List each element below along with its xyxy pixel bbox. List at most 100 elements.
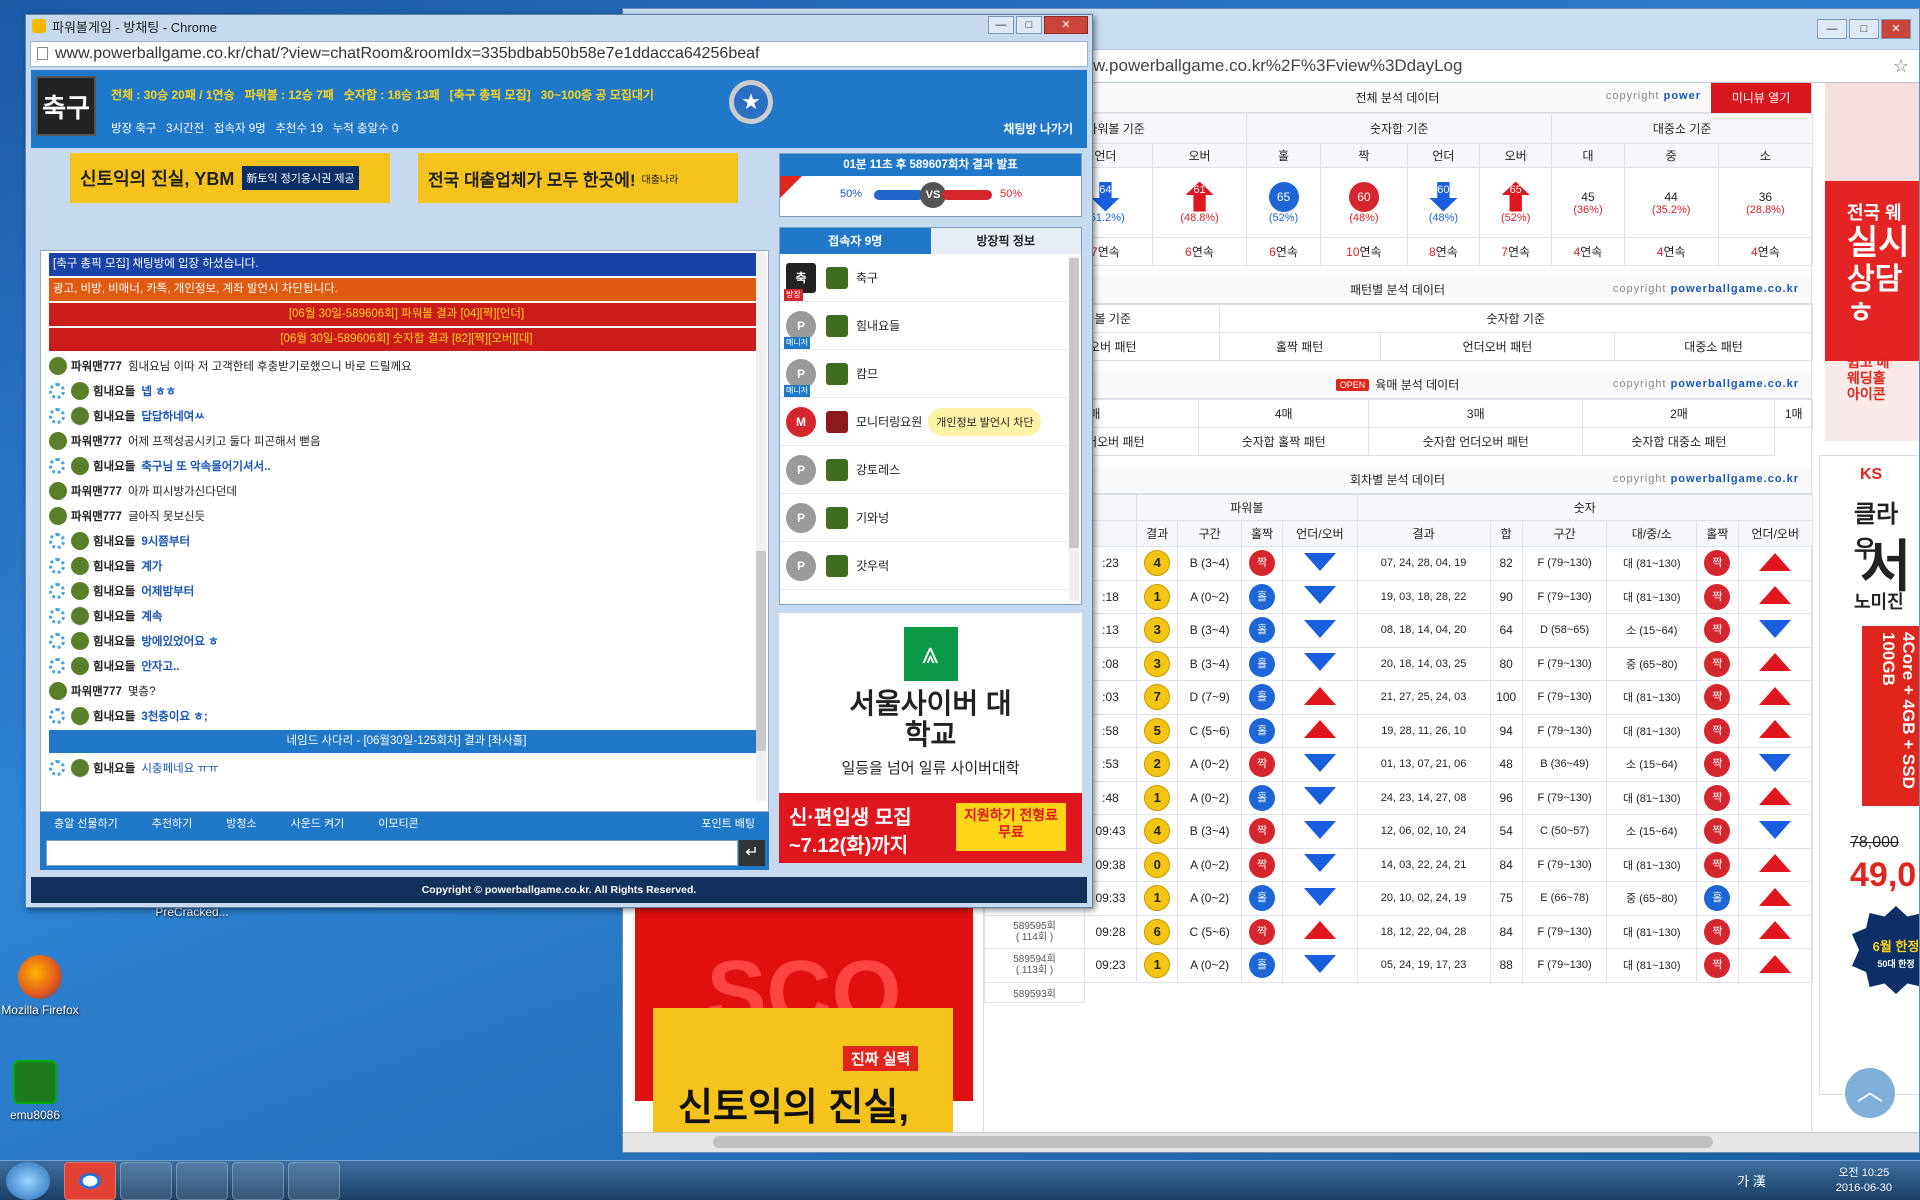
scroll-top-button[interactable]: ︿ (1845, 1068, 1895, 1118)
number-sum: 84 (1489, 847, 1523, 882)
arrow-up-icon (1759, 954, 1792, 973)
close-button[interactable]: ✕ (1881, 19, 1911, 39)
mini-view-button[interactable]: 미니뷰 열기 (1711, 83, 1811, 113)
ad-ybm[interactable]: 신토익의 진실, YBM 新토익 정기응시권 제공 (70, 153, 390, 203)
chat-author[interactable]: 힘내요들 (93, 608, 135, 624)
chat-tool-button[interactable]: 이모티콘 (378, 815, 418, 831)
ad-cyber-university[interactable]: ⩓ 서울사이버 대학교 일등을 넘어 일류 사이버대학 신·편입생 모집 ~7.… (779, 613, 1082, 863)
taskbar-chrome-icon[interactable] (64, 1161, 116, 1200)
tab-room-pick[interactable]: 방장픽 정보 (930, 228, 1081, 254)
user-row[interactable]: M 모니터링요원 개인정보 발언시 차단 (780, 398, 1067, 446)
chat-tool-button[interactable]: 방청소 (226, 815, 256, 831)
yukmae-pattern[interactable]: 숫자합 홀짝 패턴 (1198, 427, 1370, 456)
powerball-oddeven: 홀 (1240, 780, 1284, 815)
close-button[interactable]: ✕ (1044, 16, 1088, 34)
user-list-scrollbar[interactable] (1069, 256, 1079, 601)
ad-loan[interactable]: 전국 대출업체가 모두 한곳에! 대출나라 (418, 153, 738, 203)
user-row[interactable]: P 매니저 캄므 (780, 350, 1067, 398)
copyright-text: copyright power (1605, 90, 1701, 102)
yukmae-pattern[interactable]: 숫자합 대중소 패턴 (1582, 427, 1776, 456)
chat-message: 힘내요들 3천층이요 ㅎ; (41, 703, 768, 728)
ime-indicator[interactable]: 가 漢 (1737, 1171, 1766, 1190)
copyright-text: copyright powerballgame.co.kr (1612, 473, 1799, 485)
apply-button[interactable]: 지원하기 전형료무료 (956, 803, 1066, 851)
chat-tool-button[interactable]: 충알 선물하기 (54, 815, 118, 831)
pattern-tab[interactable]: 대중소 패턴 (1614, 332, 1813, 361)
streak-cell: 4연속 (1551, 237, 1625, 266)
taskbar-app-icon[interactable] (176, 1161, 228, 1200)
maximize-button[interactable]: □ (1849, 19, 1879, 39)
user-name[interactable]: 갓우럭 (856, 557, 889, 574)
chat-author[interactable]: 파워맨777 (71, 433, 122, 449)
chat-author[interactable]: 힘내요들 (93, 408, 135, 424)
chat-author[interactable]: 힘내요들 (93, 383, 135, 399)
number-size: 대 (81~130) (1606, 780, 1698, 815)
address-bar[interactable]: www.powerballgame.co.kr/chat/?view=chatR… (30, 41, 1088, 67)
chat-author[interactable]: 힘내요들 (93, 633, 135, 649)
yukmae-col[interactable]: 4매 (1198, 399, 1370, 428)
chat-author[interactable]: 파워맨777 (71, 508, 122, 524)
powerball-underover (1282, 914, 1358, 949)
yukmae-col[interactable]: 2매 (1582, 399, 1776, 428)
maximize-button[interactable]: □ (1016, 16, 1042, 34)
exit-room-button[interactable]: 채팅방 나가기 (1003, 120, 1073, 137)
taskbar-window-icon[interactable] (232, 1161, 284, 1200)
send-button[interactable]: ↵ (739, 840, 765, 866)
yukmae-col[interactable]: 1매 (1774, 399, 1813, 428)
streak-number: 4 (1750, 245, 1758, 259)
chat-author[interactable]: 힘내요들 (93, 583, 135, 599)
desktop-icon-emu8086[interactable]: emu8086 (0, 1060, 75, 1122)
user-row[interactable]: P 매니저 힘내요들 (780, 302, 1067, 350)
tab-users[interactable]: 접속자 9명 (780, 228, 931, 254)
desktop-icon-firefox[interactable]: Mozilla Firefox (0, 955, 80, 1017)
bookmark-star-icon[interactable]: ☆ (1893, 56, 1909, 77)
taskbar-calculator-icon[interactable] (288, 1161, 340, 1200)
user-name[interactable]: 축구 (856, 269, 878, 286)
horizontal-scrollbar[interactable] (623, 1132, 1919, 1152)
room-logo: 축구 (36, 76, 96, 136)
chat-author[interactable]: 파워맨777 (71, 483, 122, 499)
chat-author[interactable]: 힘내요들 (93, 533, 135, 549)
chat-tool-button[interactable]: 사운드 켜기 (291, 815, 345, 831)
chat-author[interactable]: 파워맨777 (71, 683, 122, 699)
column-head: 대 (1551, 143, 1625, 168)
chat-input[interactable] (46, 840, 738, 866)
chat-author[interactable]: 힘내요들 (93, 458, 135, 474)
user-name[interactable]: 강토레스 (856, 461, 900, 478)
user-name[interactable]: 캄므 (856, 365, 878, 382)
chat-scrollbar[interactable] (756, 251, 766, 801)
point-bet-button[interactable]: 포인트 배팅 (701, 815, 755, 831)
user-row[interactable]: 축 방장 축구 (780, 254, 1067, 302)
chat-author[interactable]: 힘내요들 (93, 658, 135, 674)
chat-author[interactable]: 힘내요들 (93, 708, 135, 724)
chat-tool-button[interactable]: 추천하기 (152, 815, 192, 831)
number-sum: 100 (1489, 680, 1523, 715)
minimize-button[interactable]: — (988, 16, 1014, 34)
user-name[interactable]: 모니터링요원 (856, 413, 922, 430)
right-ad-server[interactable]: KS 클라우 서 노미진 4Core + 4GB + SSD 100GB 78,… (1819, 455, 1919, 1095)
powerball-result: 2 (1135, 747, 1179, 782)
start-button[interactable] (6, 1161, 50, 1200)
user-name[interactable]: 힘내요들 (856, 317, 900, 334)
minimize-button[interactable]: — (1817, 19, 1847, 39)
user-name[interactable]: 기와넝 (856, 509, 889, 526)
taskbar-firefox-icon[interactable] (120, 1161, 172, 1200)
chat-message-area[interactable]: [축구 총픽 모집] 채팅방에 입장 하셨습니다. 광고, 비방, 비매너, 카톡… (40, 250, 769, 812)
pattern-tab[interactable]: 홀짝 패턴 (1218, 332, 1381, 361)
yukmae-col[interactable]: 3매 (1368, 399, 1584, 428)
user-row[interactable]: P 강토레스 (780, 446, 1067, 494)
chat-author[interactable]: 힘내요들 (93, 558, 135, 574)
ad-cta: 신·편입생 모집 (789, 807, 912, 829)
window-titlebar: 파워볼게임 - 방채팅 - Chrome (26, 15, 1092, 37)
user-row[interactable]: P 갓우럭 (780, 542, 1067, 590)
user-row[interactable]: P 기와넝 (780, 494, 1067, 542)
yukmae-pattern[interactable]: 숫자합 언더오버 패턴 (1368, 427, 1584, 456)
ladder-result-notice: 네임드 사다리 - [06월30일-125회차] 결과 [좌사홀] (49, 730, 760, 753)
clock[interactable]: 오전 10:25 2016-06-30 (1836, 1166, 1892, 1195)
left-ad-ybm[interactable]: 진짜 실력 신토익의 진실, (653, 1008, 953, 1132)
right-ad-wedding[interactable]: 전국 웨 실시 상담 ㅎ 쉽고 배 웨딩홀 아이콘 (1825, 83, 1919, 441)
chat-author[interactable]: 파워맨777 (71, 358, 122, 374)
pattern-tab[interactable]: 언더오버 패턴 (1379, 332, 1616, 361)
powerball-oddeven: 홀 (1240, 881, 1284, 916)
arrow-down-icon (1303, 653, 1336, 672)
